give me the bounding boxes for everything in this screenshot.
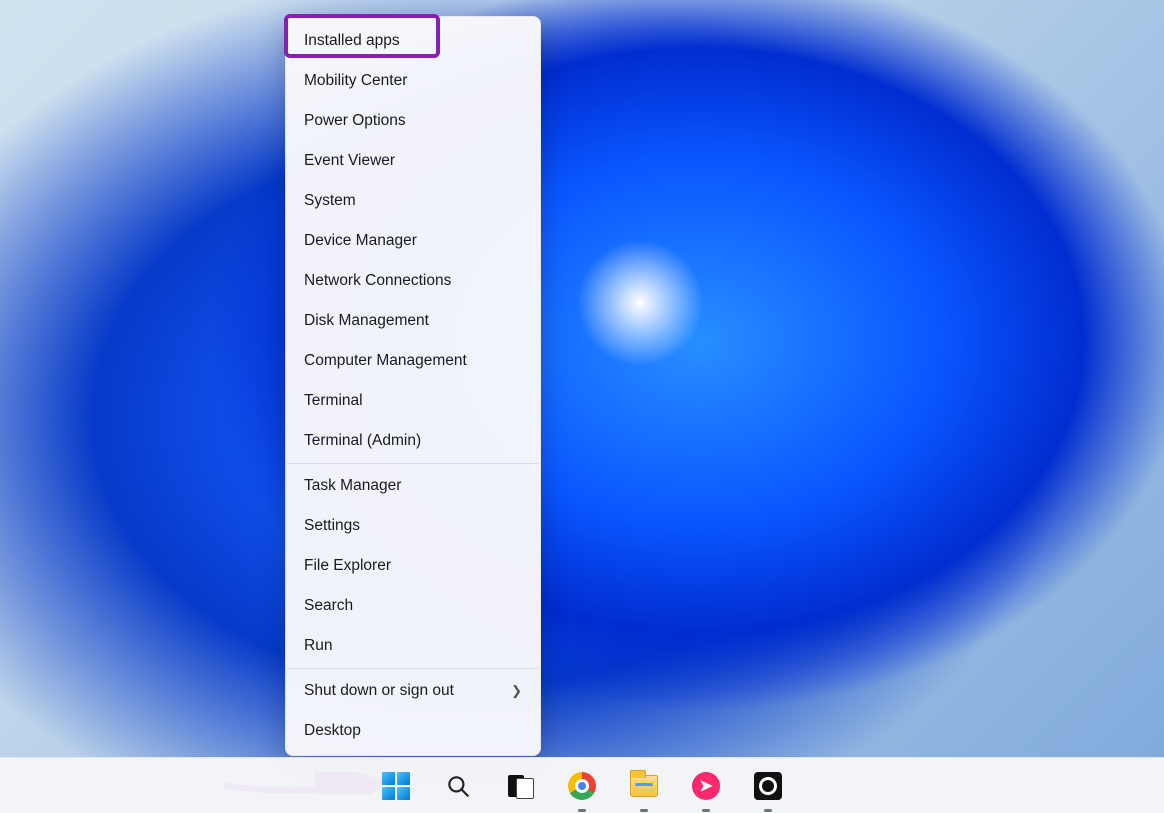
menu-item-label: Desktop [304, 722, 361, 740]
task-view-icon [506, 772, 534, 800]
menu-item-label: Search [304, 597, 353, 615]
taskbar-search-button[interactable] [438, 766, 478, 806]
menu-item-run[interactable]: Run [286, 626, 540, 666]
menu-item-label: File Explorer [304, 557, 391, 575]
menu-item-label: Computer Management [304, 352, 467, 370]
menu-item-device-manager[interactable]: Device Manager [286, 221, 540, 261]
menu-item-desktop[interactable]: Desktop [286, 711, 540, 751]
menu-item-label: Device Manager [304, 232, 417, 250]
menu-item-label: Power Options [304, 112, 406, 130]
running-indicator [578, 809, 586, 812]
menu-item-terminal-admin[interactable]: Terminal (Admin) [286, 421, 540, 461]
file-explorer-icon [630, 775, 658, 797]
menu-item-label: Event Viewer [304, 152, 395, 170]
menu-item-disk-management[interactable]: Disk Management [286, 301, 540, 341]
menu-item-label: System [304, 192, 356, 210]
menu-item-label: Task Manager [304, 477, 401, 495]
running-indicator [702, 809, 710, 812]
obs-icon [754, 772, 782, 800]
menu-item-installed-apps[interactable]: Installed apps [286, 21, 540, 61]
search-icon [445, 773, 471, 799]
menu-item-mobility-center[interactable]: Mobility Center [286, 61, 540, 101]
menu-separator [287, 668, 539, 669]
winx-context-menu: Installed apps Mobility Center Power Opt… [285, 16, 541, 756]
start-icon [382, 772, 410, 800]
taskbar-chrome-button[interactable] [562, 766, 602, 806]
taskbar: ➤ [0, 757, 1164, 813]
menu-item-terminal[interactable]: Terminal [286, 381, 540, 421]
menu-item-settings[interactable]: Settings [286, 506, 540, 546]
running-indicator [640, 809, 648, 812]
menu-item-label: Shut down or sign out [304, 682, 454, 700]
menu-item-power-options[interactable]: Power Options [286, 101, 540, 141]
menu-item-label: Terminal [304, 392, 363, 410]
menu-item-shut-down-or-sign-out[interactable]: Shut down or sign out ❯ [286, 671, 540, 711]
taskbar-task-view-button[interactable] [500, 766, 540, 806]
menu-item-task-manager[interactable]: Task Manager [286, 466, 540, 506]
menu-item-search[interactable]: Search [286, 586, 540, 626]
taskbar-guiding-tech-button[interactable]: ➤ [686, 766, 726, 806]
taskbar-obs-button[interactable] [748, 766, 788, 806]
menu-item-network-connections[interactable]: Network Connections [286, 261, 540, 301]
menu-item-system[interactable]: System [286, 181, 540, 221]
menu-item-computer-management[interactable]: Computer Management [286, 341, 540, 381]
running-indicator [764, 809, 772, 812]
menu-item-event-viewer[interactable]: Event Viewer [286, 141, 540, 181]
taskbar-file-explorer-button[interactable] [624, 766, 664, 806]
menu-item-file-explorer[interactable]: File Explorer [286, 546, 540, 586]
chrome-icon [568, 772, 596, 800]
menu-item-label: Disk Management [304, 312, 429, 330]
menu-item-label: Run [304, 637, 332, 655]
taskbar-start-button[interactable] [376, 766, 416, 806]
menu-separator [287, 463, 539, 464]
chevron-right-icon: ❯ [511, 683, 522, 699]
menu-item-label: Network Connections [304, 272, 451, 290]
menu-item-label: Settings [304, 517, 360, 535]
menu-item-label: Terminal (Admin) [304, 432, 421, 450]
desktop-wallpaper [0, 0, 1164, 757]
menu-item-label: Mobility Center [304, 72, 407, 90]
menu-item-label: Installed apps [304, 32, 400, 50]
guiding-tech-icon: ➤ [692, 772, 720, 800]
